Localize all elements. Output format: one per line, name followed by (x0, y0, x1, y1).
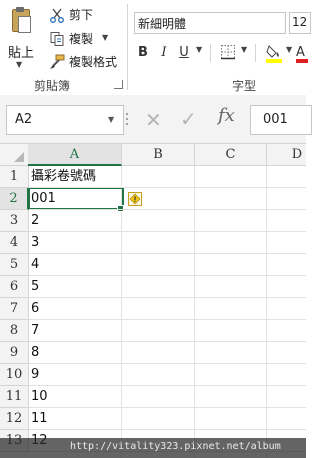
name-box-value: A2 (15, 112, 33, 127)
copy-icon (49, 31, 65, 47)
cell-A6[interactable]: 5 (29, 276, 39, 297)
italic-button[interactable]: I (156, 43, 172, 63)
row-header[interactable]: 4 (0, 232, 29, 254)
copy-label: 複製 (69, 32, 94, 46)
select-all-button[interactable] (0, 144, 29, 166)
gridline (29, 253, 306, 254)
separator (210, 44, 211, 62)
confirm-entry-button[interactable]: ✓ (180, 107, 197, 131)
cell-A2[interactable]: 001 (29, 188, 56, 209)
cut-button[interactable]: 剪下 (49, 6, 93, 26)
resize-handle-icon[interactable] (125, 110, 129, 128)
cell-A8[interactable]: 7 (29, 320, 39, 341)
underline-button[interactable]: U (176, 43, 192, 63)
svg-text:A: A (296, 45, 305, 60)
borders-icon (221, 45, 235, 60)
cell-A11[interactable]: 10 (29, 386, 48, 407)
column-header-B[interactable]: B (122, 144, 195, 166)
chevron-down-icon[interactable]: ▼ (108, 115, 114, 124)
format-painter-button[interactable]: 複製格式 (49, 53, 117, 73)
dialog-launcher-icon[interactable] (114, 80, 123, 89)
chevron-down-icon[interactable]: ▼ (102, 33, 108, 42)
cell-A10[interactable]: 9 (29, 364, 39, 385)
gridline (29, 187, 306, 188)
font-size-dropdown[interactable]: 12 (289, 12, 311, 34)
column-header-C[interactable]: C (195, 144, 267, 166)
row-header[interactable]: 9 (0, 342, 29, 364)
clipboard-group-label: 剪貼簿 (34, 79, 71, 93)
separator (255, 44, 256, 62)
gridline (29, 363, 306, 364)
row-header[interactable]: 8 (0, 320, 29, 342)
chevron-down-icon[interactable]: ▼ (196, 45, 202, 54)
font-group-label: 字型 (232, 79, 257, 93)
chevron-down-icon[interactable]: ▼ (16, 60, 22, 69)
gridline (29, 385, 306, 386)
gridline (29, 275, 306, 276)
insert-function-button[interactable]: fx (218, 105, 235, 126)
ribbon: 貼上 ▼ 剪下 複製 ▼ 複製格式 剪貼簿 新細明體 12 B I U ▼ ▼ … (0, 0, 311, 96)
paintbrush-icon (49, 54, 65, 70)
formula-value: 001 (263, 112, 288, 127)
copy-button[interactable]: 複製 (49, 30, 93, 50)
warning-diamond-icon[interactable] (128, 191, 142, 206)
cancel-entry-button[interactable]: ✕ (145, 108, 162, 132)
chevron-down-icon[interactable]: ▼ (241, 45, 247, 54)
watermark-text: http://vitality323.pixnet.net/album (70, 441, 281, 452)
borders-button[interactable] (220, 44, 236, 60)
row-header[interactable]: 6 (0, 276, 29, 298)
row-header[interactable]: 3 (0, 210, 29, 232)
gridline (29, 407, 306, 408)
paint-bucket-icon (266, 45, 282, 63)
cell-A1[interactable]: 攝彩卷號碼 (29, 166, 96, 187)
gridline (29, 231, 306, 232)
scissors-icon (49, 7, 65, 23)
name-box[interactable]: A2 ▼ (6, 105, 124, 135)
paste-label: 貼上 (7, 46, 34, 61)
watermark-bar: http://vitality323.pixnet.net/album (0, 438, 306, 458)
column-header-A[interactable]: A (28, 144, 122, 166)
cell-A5[interactable]: 4 (29, 254, 39, 275)
gridline (29, 341, 306, 342)
formula-input[interactable]: 001 (250, 105, 312, 135)
bold-button[interactable]: B (134, 43, 152, 63)
font-name-dropdown[interactable]: 新細明體 (134, 12, 286, 34)
font-name-value: 新細明體 (138, 17, 187, 31)
gridline (29, 209, 306, 210)
cell-A12[interactable]: 11 (29, 408, 48, 429)
column-header-D[interactable]: D (267, 144, 306, 166)
gridline (29, 319, 306, 320)
chevron-down-icon[interactable]: ▼ (286, 45, 292, 54)
font-size-value: 12 (292, 15, 308, 29)
paste-button[interactable]: 貼上 ▼ (4, 4, 38, 69)
row-header[interactable]: 12 (0, 408, 29, 430)
cut-label: 剪下 (69, 8, 94, 22)
cell-A3[interactable]: 2 (29, 210, 39, 231)
font-color-icon: A (296, 45, 308, 63)
gridline (29, 297, 306, 298)
row-header[interactable]: 10 (0, 364, 29, 386)
paste-icon (12, 7, 31, 33)
cell-A7[interactable]: 6 (29, 298, 39, 319)
row-header[interactable]: 7 (0, 298, 29, 320)
format-painter-label: 複製格式 (69, 55, 118, 69)
cell-A4[interactable]: 3 (29, 232, 39, 253)
gridline (29, 429, 306, 430)
font-color-button[interactable]: A (296, 43, 308, 63)
fill-color-button[interactable] (265, 43, 283, 63)
row-header[interactable]: 1 (0, 166, 29, 188)
select-all-triangle-icon (14, 152, 24, 162)
cell-A9[interactable]: 8 (29, 342, 39, 363)
row-header[interactable]: 2 (0, 188, 29, 210)
row-header[interactable]: 11 (0, 386, 29, 408)
row-header[interactable]: 5 (0, 254, 29, 276)
spreadsheet-grid[interactable]: A B C D 1 攝彩卷號碼 2 001 3 2 4 3 5 4 6 5 7 6 8 7 9 8 10 9 11 10 1… (0, 144, 306, 458)
clipboard-group: 貼上 ▼ 剪下 複製 ▼ 複製格式 剪貼簿 (0, 0, 127, 95)
